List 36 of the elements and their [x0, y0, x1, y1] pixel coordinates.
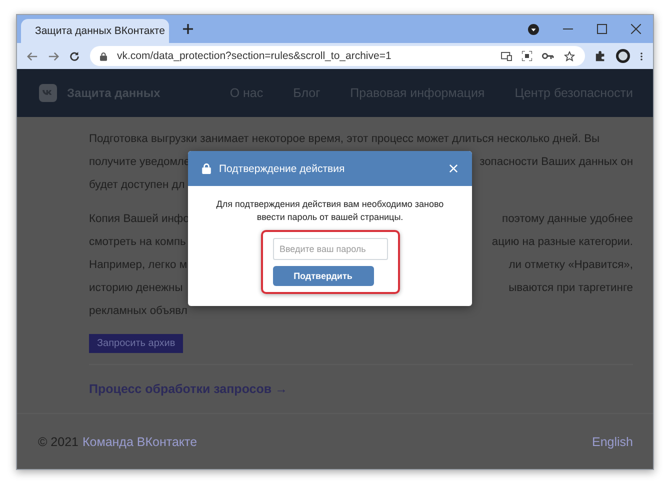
- dropdown-icon[interactable]: [528, 24, 539, 34]
- copyright-text: © 2021: [38, 434, 78, 448]
- puzzle-icon[interactable]: [595, 50, 606, 62]
- maximize-icon[interactable]: [597, 24, 607, 34]
- paragraph-text: ли отметку «Нравится»,: [508, 258, 633, 273]
- profile-avatar-icon[interactable]: [616, 49, 630, 63]
- paragraph-text: зопасности Ваших данных он: [480, 155, 633, 170]
- paragraph-text: будет доступен дл: [89, 178, 185, 193]
- forward-icon[interactable]: [48, 50, 59, 62]
- language-link[interactable]: English: [592, 434, 633, 448]
- dialog-title: Подтверждение действия: [219, 162, 345, 174]
- dialog-message: Для подтверждения действия вам необходимо заново ввести пароль от вашей страницы.: [215, 198, 445, 224]
- close-icon[interactable]: [631, 24, 641, 34]
- password-field[interactable]: Введите ваш пароль: [272, 238, 388, 260]
- tab-title: Защита данных ВКонтакте: [35, 25, 165, 37]
- lock-icon: [202, 163, 211, 174]
- team-link[interactable]: Команда ВКонтакте: [82, 434, 198, 448]
- paragraph-text: получите уведомле: [89, 155, 190, 170]
- reload-icon[interactable]: [69, 50, 80, 62]
- cast-icon[interactable]: [501, 52, 512, 60]
- url-text: vk.com/data_protection?section=rules&scroll_to_archive=1: [117, 50, 392, 62]
- key-icon[interactable]: [542, 52, 554, 60]
- paragraph-text: ываются при таргетинге: [508, 281, 633, 296]
- qr-code-icon[interactable]: [522, 51, 532, 61]
- paragraph-text: смотреть на компь: [89, 235, 186, 250]
- new-tab-icon[interactable]: [183, 24, 193, 34]
- address-bar[interactable]: vk.com/data_protection?section=rules&scroll_to_archive=1: [90, 46, 585, 66]
- confirm-button[interactable]: Подтвердить: [272, 266, 374, 286]
- lock-icon: [100, 52, 107, 60]
- more-icon[interactable]: [640, 50, 643, 62]
- paragraph-text: рекламных объявл: [89, 304, 188, 319]
- star-icon[interactable]: [564, 50, 575, 62]
- back-icon[interactable]: [27, 50, 38, 62]
- request-archive-button[interactable]: Запросить архив: [89, 334, 184, 353]
- browser-tab[interactable]: Защита данных ВКонтакте: [21, 19, 169, 43]
- paragraph-text: историю денежны: [89, 281, 183, 296]
